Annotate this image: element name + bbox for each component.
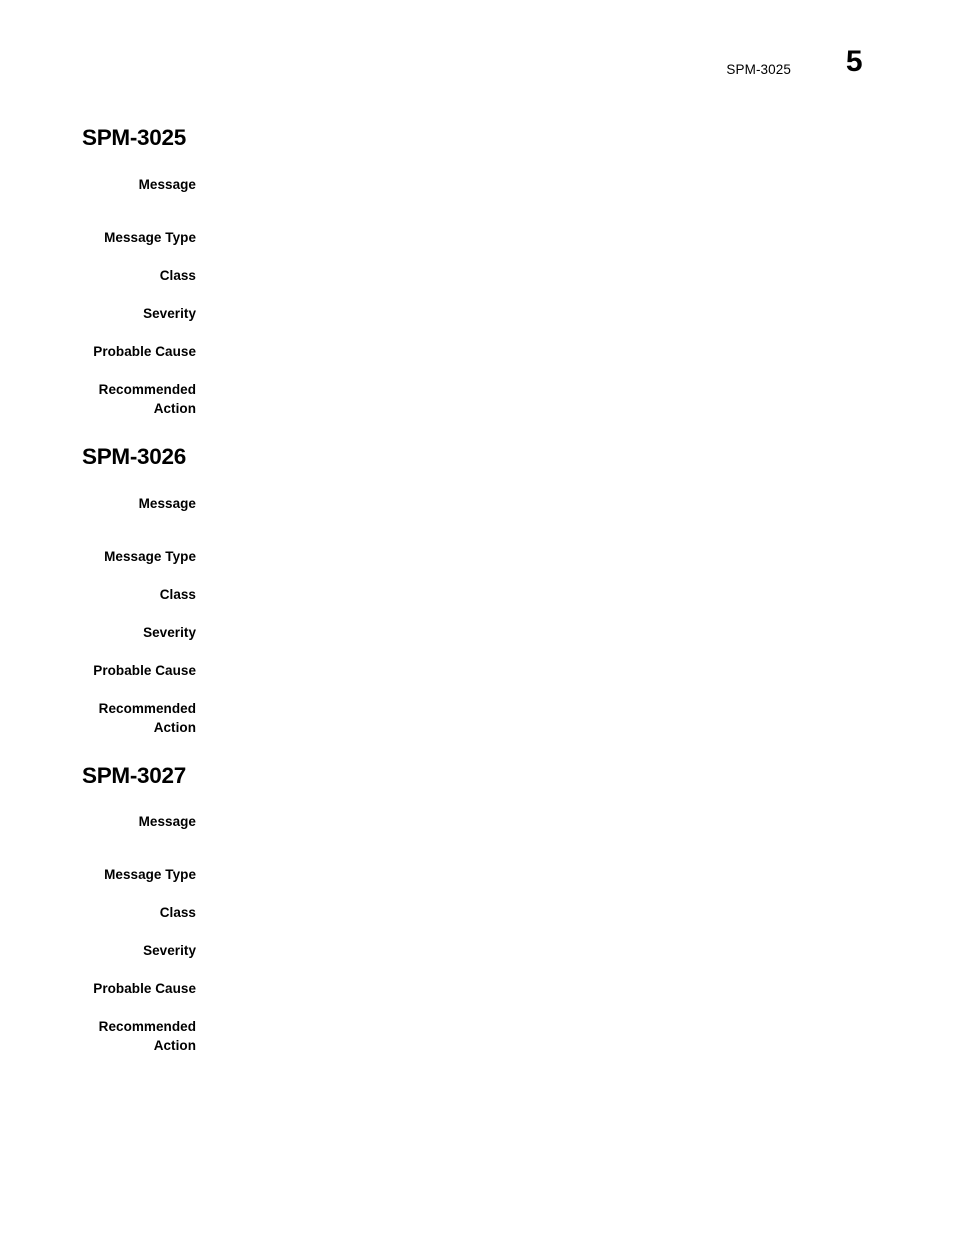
definition-value [196,1017,954,1036]
definition-label: Message Type [104,867,196,883]
definition-value [196,623,954,642]
page-number: 5 [845,45,863,78]
definition-label: Class [159,586,196,602]
definition-value [196,175,954,194]
definition-value [196,661,954,680]
definition-row: Class [0,903,954,922]
definition-label: Severity [143,305,196,321]
definition-value [196,380,954,399]
definition-value [196,228,954,247]
definition-row: Message Type [0,547,954,566]
definition-row: Message Type [0,865,954,884]
definition-label: Message [138,814,196,830]
definition-row: Probable Cause [0,342,954,361]
definition-label: Probable Cause [93,662,196,678]
definition-value [196,547,954,566]
running-header-title: SPM-3025 [726,62,791,77]
definition-row: Message [0,812,954,831]
definition-row: Recommended Action [0,380,954,418]
definition-row: Severity [0,941,954,960]
document-page: SPM-3025 5 SPM-3025 Message Message Type… [0,0,954,1235]
definition-value [196,903,954,922]
section-heading: SPM-3027 [82,762,186,788]
definition-label: Message Type [104,548,196,564]
definition-label: Recommended Action [98,1019,196,1054]
message-section: SPM-3026 Message Message Type Class Seve… [0,443,954,737]
definition-label: Message Type [104,229,196,245]
definition-value [196,266,954,285]
definition-label: Message [138,176,196,192]
definition-row: Message [0,175,954,194]
definition-row: Probable Cause [0,661,954,680]
definition-label: Severity [143,943,196,959]
page-running-header: SPM-3025 5 [0,47,954,101]
definition-label: Probable Cause [93,981,196,997]
definition-row: Class [0,585,954,604]
definition-label: Message [138,495,196,511]
section-heading: SPM-3025 [82,125,186,150]
definition-row: Recommended Action [0,1017,954,1055]
definition-label: Class [159,905,196,921]
definition-label: Probable Cause [93,343,196,359]
definition-row: Severity [0,623,954,642]
definition-value [196,342,954,361]
definition-value [196,865,954,884]
definition-value [196,941,954,960]
definition-label: Recommended Action [98,700,196,735]
definition-label: Class [159,267,196,283]
definition-row: Message [0,494,954,513]
definition-label: Recommended Action [98,381,196,416]
definition-value [196,585,954,604]
definition-label: Severity [143,624,196,640]
definition-row: Severity [0,304,954,323]
message-section: SPM-3027 Message Message Type Class Seve… [0,762,954,1056]
section-heading: SPM-3026 [82,443,186,469]
page-body: SPM-3025 Message Message Type Class Seve… [0,125,954,1082]
definition-row: Probable Cause [0,979,954,998]
definition-value [196,699,954,718]
definition-value [196,979,954,998]
definition-value [196,812,954,831]
message-section: SPM-3025 Message Message Type Class Seve… [0,125,954,418]
definition-row: Message Type [0,228,954,247]
definition-row: Class [0,266,954,285]
definition-value [196,304,954,323]
definition-value [196,494,954,513]
definition-row: Recommended Action [0,699,954,737]
